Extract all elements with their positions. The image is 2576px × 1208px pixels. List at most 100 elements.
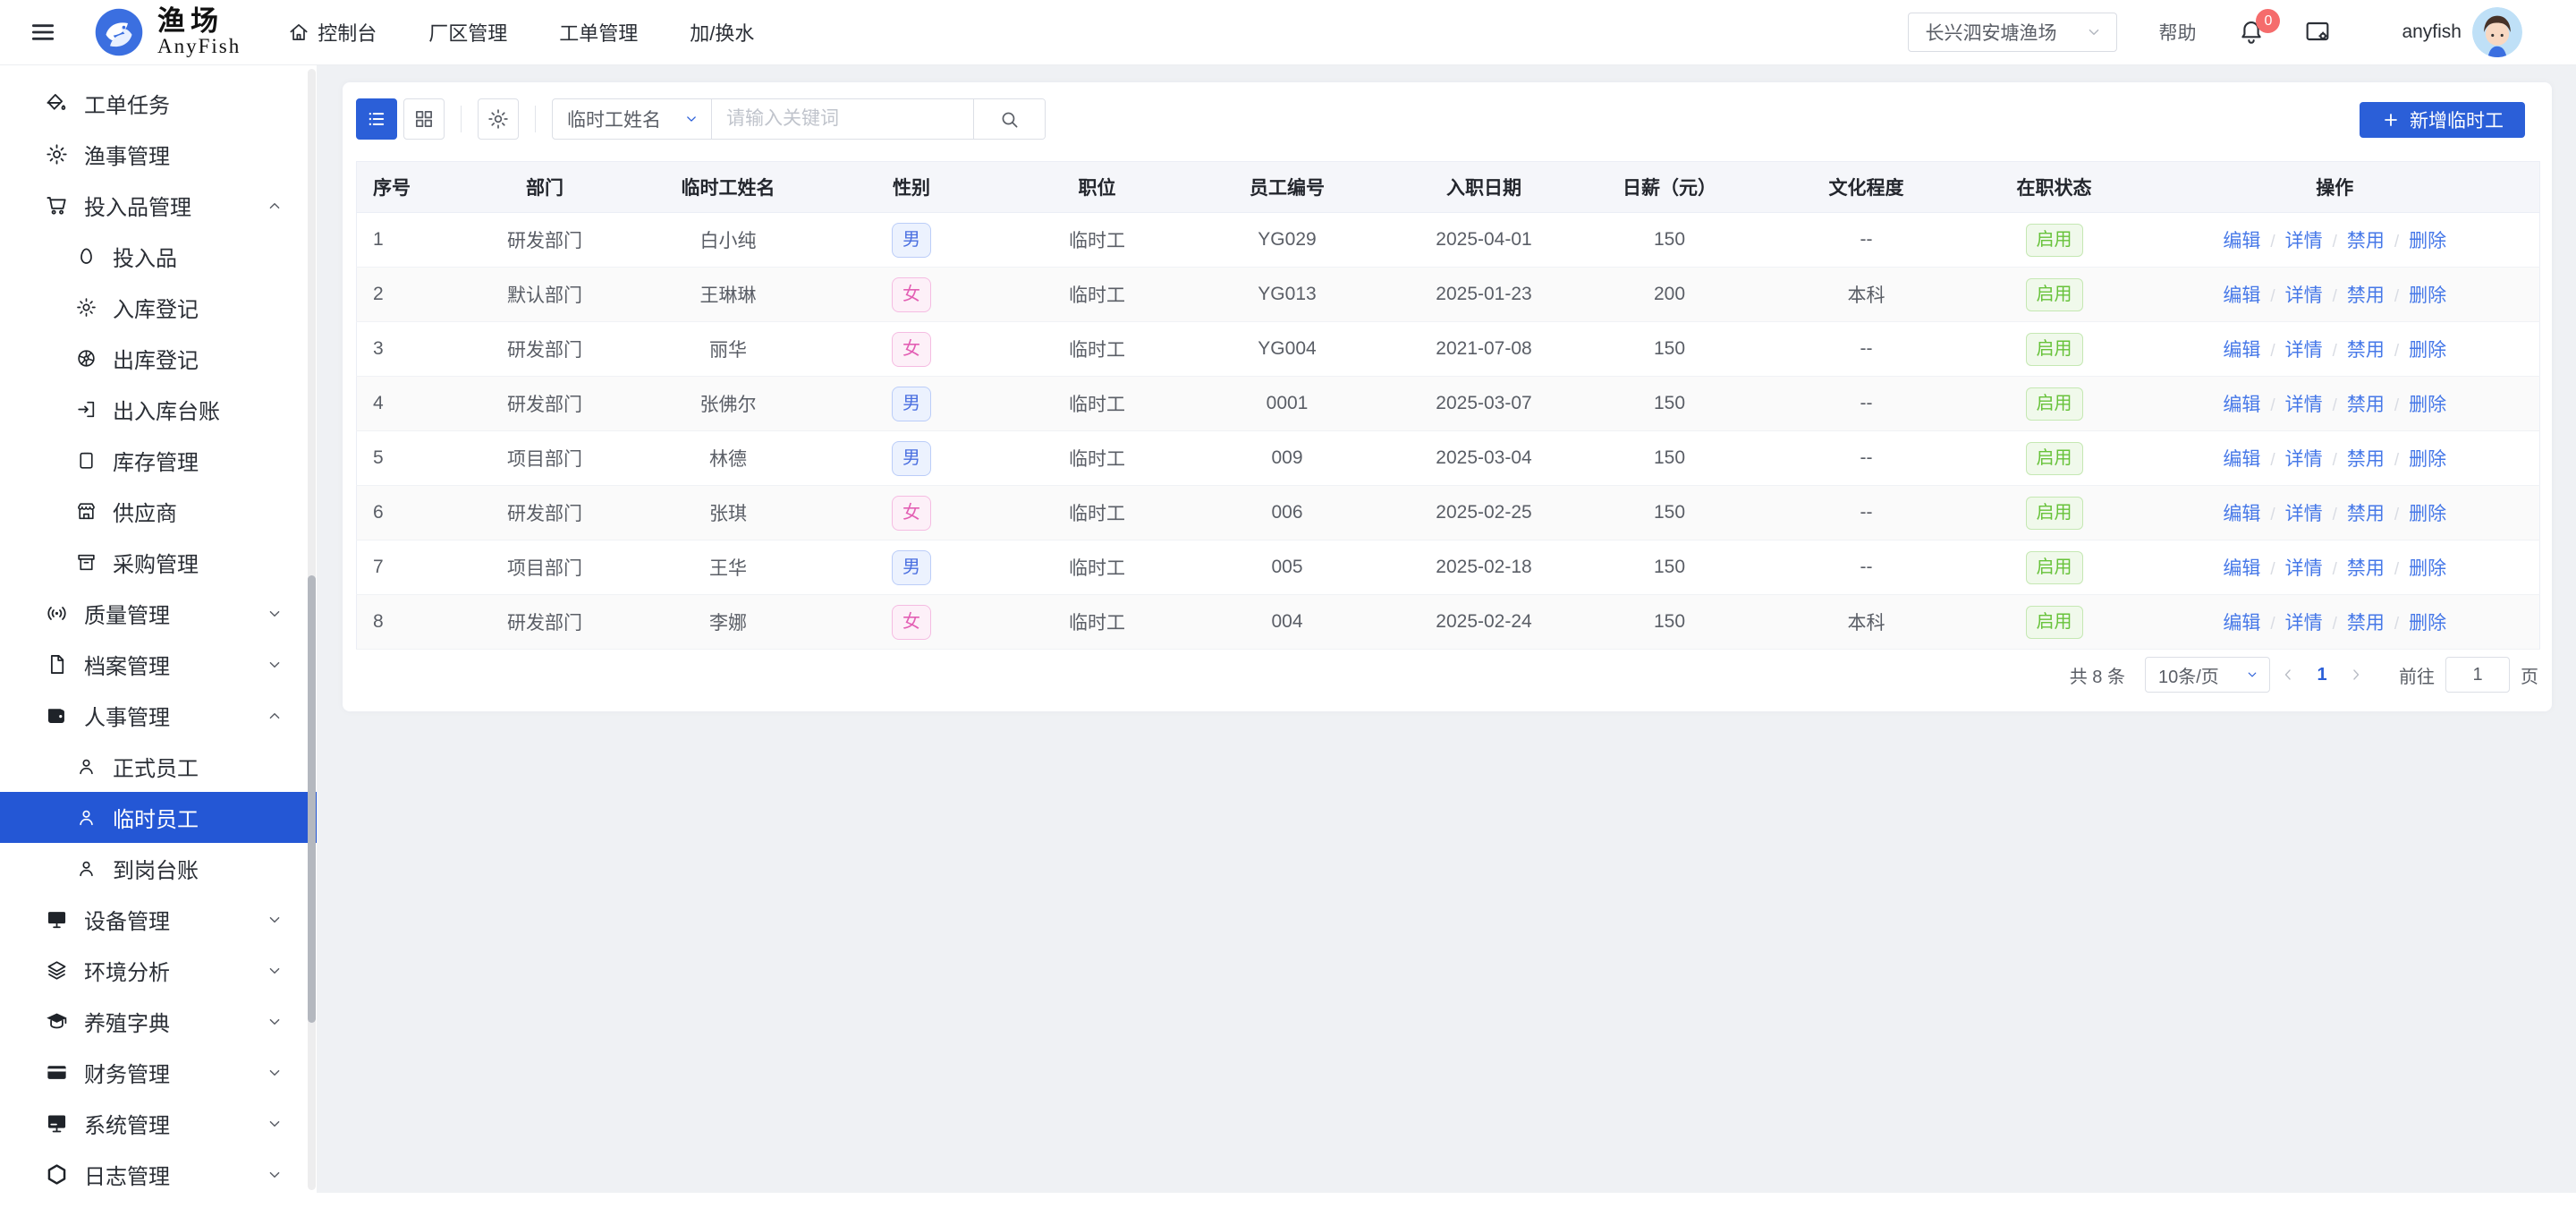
- action-detail[interactable]: 详情: [2285, 613, 2323, 634]
- sidebar-item-投入品管理[interactable]: 投入品管理: [0, 180, 317, 231]
- action-detail[interactable]: 详情: [2285, 231, 2323, 251]
- chevron-down-icon: [265, 1063, 284, 1083]
- action-edit[interactable]: 编辑: [2223, 558, 2260, 579]
- wheel-icon: [75, 347, 97, 370]
- action-disable[interactable]: 禁用: [2347, 613, 2385, 634]
- action-delete[interactable]: 删除: [2409, 231, 2446, 251]
- file-icon: [45, 652, 69, 676]
- action-disable[interactable]: 禁用: [2347, 285, 2385, 306]
- chevron-down-icon: [269, 610, 280, 617]
- action-delete[interactable]: 删除: [2409, 613, 2446, 634]
- workbench-button[interactable]: [2303, 18, 2332, 47]
- sidebar-item-设备管理[interactable]: 设备管理: [0, 894, 317, 945]
- add-temp-worker-button[interactable]: 新增临时工: [2360, 102, 2525, 138]
- sidebar-item-工单任务[interactable]: 工单任务: [0, 78, 317, 129]
- action-delete[interactable]: 删除: [2409, 340, 2446, 361]
- sidebar-item-人事管理[interactable]: 人事管理: [0, 690, 317, 741]
- top-menu-item-3[interactable]: 工单管理: [559, 18, 638, 47]
- action-edit[interactable]: 编辑: [2223, 395, 2260, 415]
- sidebar-scrollbar-thumb[interactable]: [308, 575, 316, 1023]
- action-disable[interactable]: 禁用: [2347, 231, 2385, 251]
- sidebar-item-财务管理[interactable]: 财务管理: [0, 1047, 317, 1098]
- sidebar-item-供应商[interactable]: 供应商: [0, 486, 317, 537]
- sidebar-item-日志管理[interactable]: 日志管理: [0, 1149, 317, 1200]
- store-icon: [75, 500, 97, 523]
- top-menu-item-2[interactable]: 厂区管理: [428, 18, 507, 47]
- action-edit[interactable]: 编辑: [2223, 285, 2260, 306]
- sidebar-item-到岗台账[interactable]: 到岗台账: [0, 843, 317, 894]
- sidebar-toggle-button[interactable]: [25, 14, 61, 50]
- action-delete[interactable]: 删除: [2409, 395, 2446, 415]
- action-edit[interactable]: 编辑: [2223, 231, 2260, 251]
- action-delete[interactable]: 删除: [2409, 504, 2446, 524]
- action-detail[interactable]: 详情: [2285, 558, 2323, 579]
- action-edit[interactable]: 编辑: [2223, 613, 2260, 634]
- search-input[interactable]: [712, 99, 973, 139]
- sidebar-item-库存管理[interactable]: 库存管理: [0, 435, 317, 486]
- action-edit[interactable]: 编辑: [2223, 449, 2260, 470]
- action-disable[interactable]: 禁用: [2347, 395, 2385, 415]
- sidebar-item-系统管理[interactable]: 系统管理: [0, 1098, 317, 1149]
- action-detail[interactable]: 详情: [2285, 285, 2323, 306]
- horizontal-scrollbar-track[interactable]: [317, 1193, 2576, 1208]
- sidebar-item-养殖字典[interactable]: 养殖字典: [0, 996, 317, 1047]
- help-link[interactable]: 帮助: [2158, 19, 2196, 46]
- search-field-selector[interactable]: 临时工姓名: [553, 99, 712, 139]
- gear-icon: [45, 142, 69, 166]
- action-detail[interactable]: 详情: [2285, 449, 2323, 470]
- sidebar-item-档案管理[interactable]: 档案管理: [0, 639, 317, 690]
- action-edit[interactable]: 编辑: [2223, 504, 2260, 524]
- farm-selector[interactable]: 长兴泗安塘渔场: [1908, 13, 2118, 52]
- list-view-button[interactable]: [356, 98, 397, 140]
- cell-dept: 研发部门: [453, 212, 637, 268]
- sidebar-item-label: 出入库台账: [113, 400, 220, 424]
- page-size-selector[interactable]: 10条/页: [2145, 657, 2270, 693]
- column-settings-button[interactable]: [478, 98, 519, 140]
- current-page-button[interactable]: 1: [2306, 665, 2338, 685]
- sidebar-item-采购管理[interactable]: 采购管理: [0, 537, 317, 588]
- prev-page-button[interactable]: [2270, 657, 2306, 693]
- gender-badge: 女: [892, 604, 931, 640]
- action-delete[interactable]: 删除: [2409, 449, 2446, 470]
- sidebar-item-临时员工[interactable]: 临时员工: [0, 792, 317, 843]
- gender-badge: 男: [892, 549, 931, 585]
- sidebar-item-质量管理[interactable]: 质量管理: [0, 588, 317, 639]
- gender-badge: 男: [892, 222, 931, 258]
- bucket-icon: [47, 94, 66, 110]
- sidebar-item-渔事管理[interactable]: 渔事管理: [0, 129, 317, 180]
- search-button[interactable]: [973, 99, 1045, 139]
- notifications-button[interactable]: 0: [2237, 9, 2281, 47]
- action-disable[interactable]: 禁用: [2347, 340, 2385, 361]
- next-page-button[interactable]: [2338, 657, 2374, 693]
- action-delete[interactable]: 删除: [2409, 558, 2446, 579]
- action-detail[interactable]: 详情: [2285, 504, 2323, 524]
- sidebar-item-出入库台账[interactable]: 出入库台账: [0, 384, 317, 435]
- action-detail[interactable]: 详情: [2285, 395, 2323, 415]
- sidebar-item-投入品[interactable]: 投入品: [0, 231, 317, 282]
- sidebar-item-环境分析[interactable]: 环境分析: [0, 945, 317, 996]
- action-detail[interactable]: 详情: [2285, 340, 2323, 361]
- temp-worker-table: 序号 部门 临时工姓名 性别 职位 员工编号 入职日期 日薪（元） 文化程度 在职状态 操作 1 研发部…: [356, 161, 2540, 650]
- grid-view-button[interactable]: [403, 98, 445, 140]
- cell-salary: 150: [1584, 376, 1755, 431]
- sidebar-item-label: 采购管理: [113, 553, 199, 577]
- action-disable[interactable]: 禁用: [2347, 449, 2385, 470]
- sidebar-item-出库登记[interactable]: 出库登记: [0, 333, 317, 384]
- action-disable[interactable]: 禁用: [2347, 558, 2385, 579]
- action-delete[interactable]: 删除: [2409, 285, 2446, 306]
- sidebar-item-正式员工[interactable]: 正式员工: [0, 741, 317, 792]
- user-avatar[interactable]: [2472, 7, 2522, 57]
- plus-icon: [2385, 114, 2397, 126]
- column-header-position: 职位: [1003, 161, 1191, 213]
- sidebar-item-入库登记[interactable]: 入库登记: [0, 282, 317, 333]
- cell-education: --: [1754, 540, 1979, 595]
- chevron-down-icon: [269, 1018, 280, 1025]
- top-menu-item-1[interactable]: 控制台: [287, 18, 377, 47]
- top-menu-item-4[interactable]: 加/换水: [690, 18, 754, 47]
- cell-education: --: [1754, 430, 1979, 486]
- action-edit[interactable]: 编辑: [2223, 340, 2260, 361]
- cell-index: 1: [356, 212, 453, 268]
- goto-page-input[interactable]: [2445, 657, 2510, 693]
- wallet-icon: [47, 709, 64, 723]
- action-disable[interactable]: 禁用: [2347, 504, 2385, 524]
